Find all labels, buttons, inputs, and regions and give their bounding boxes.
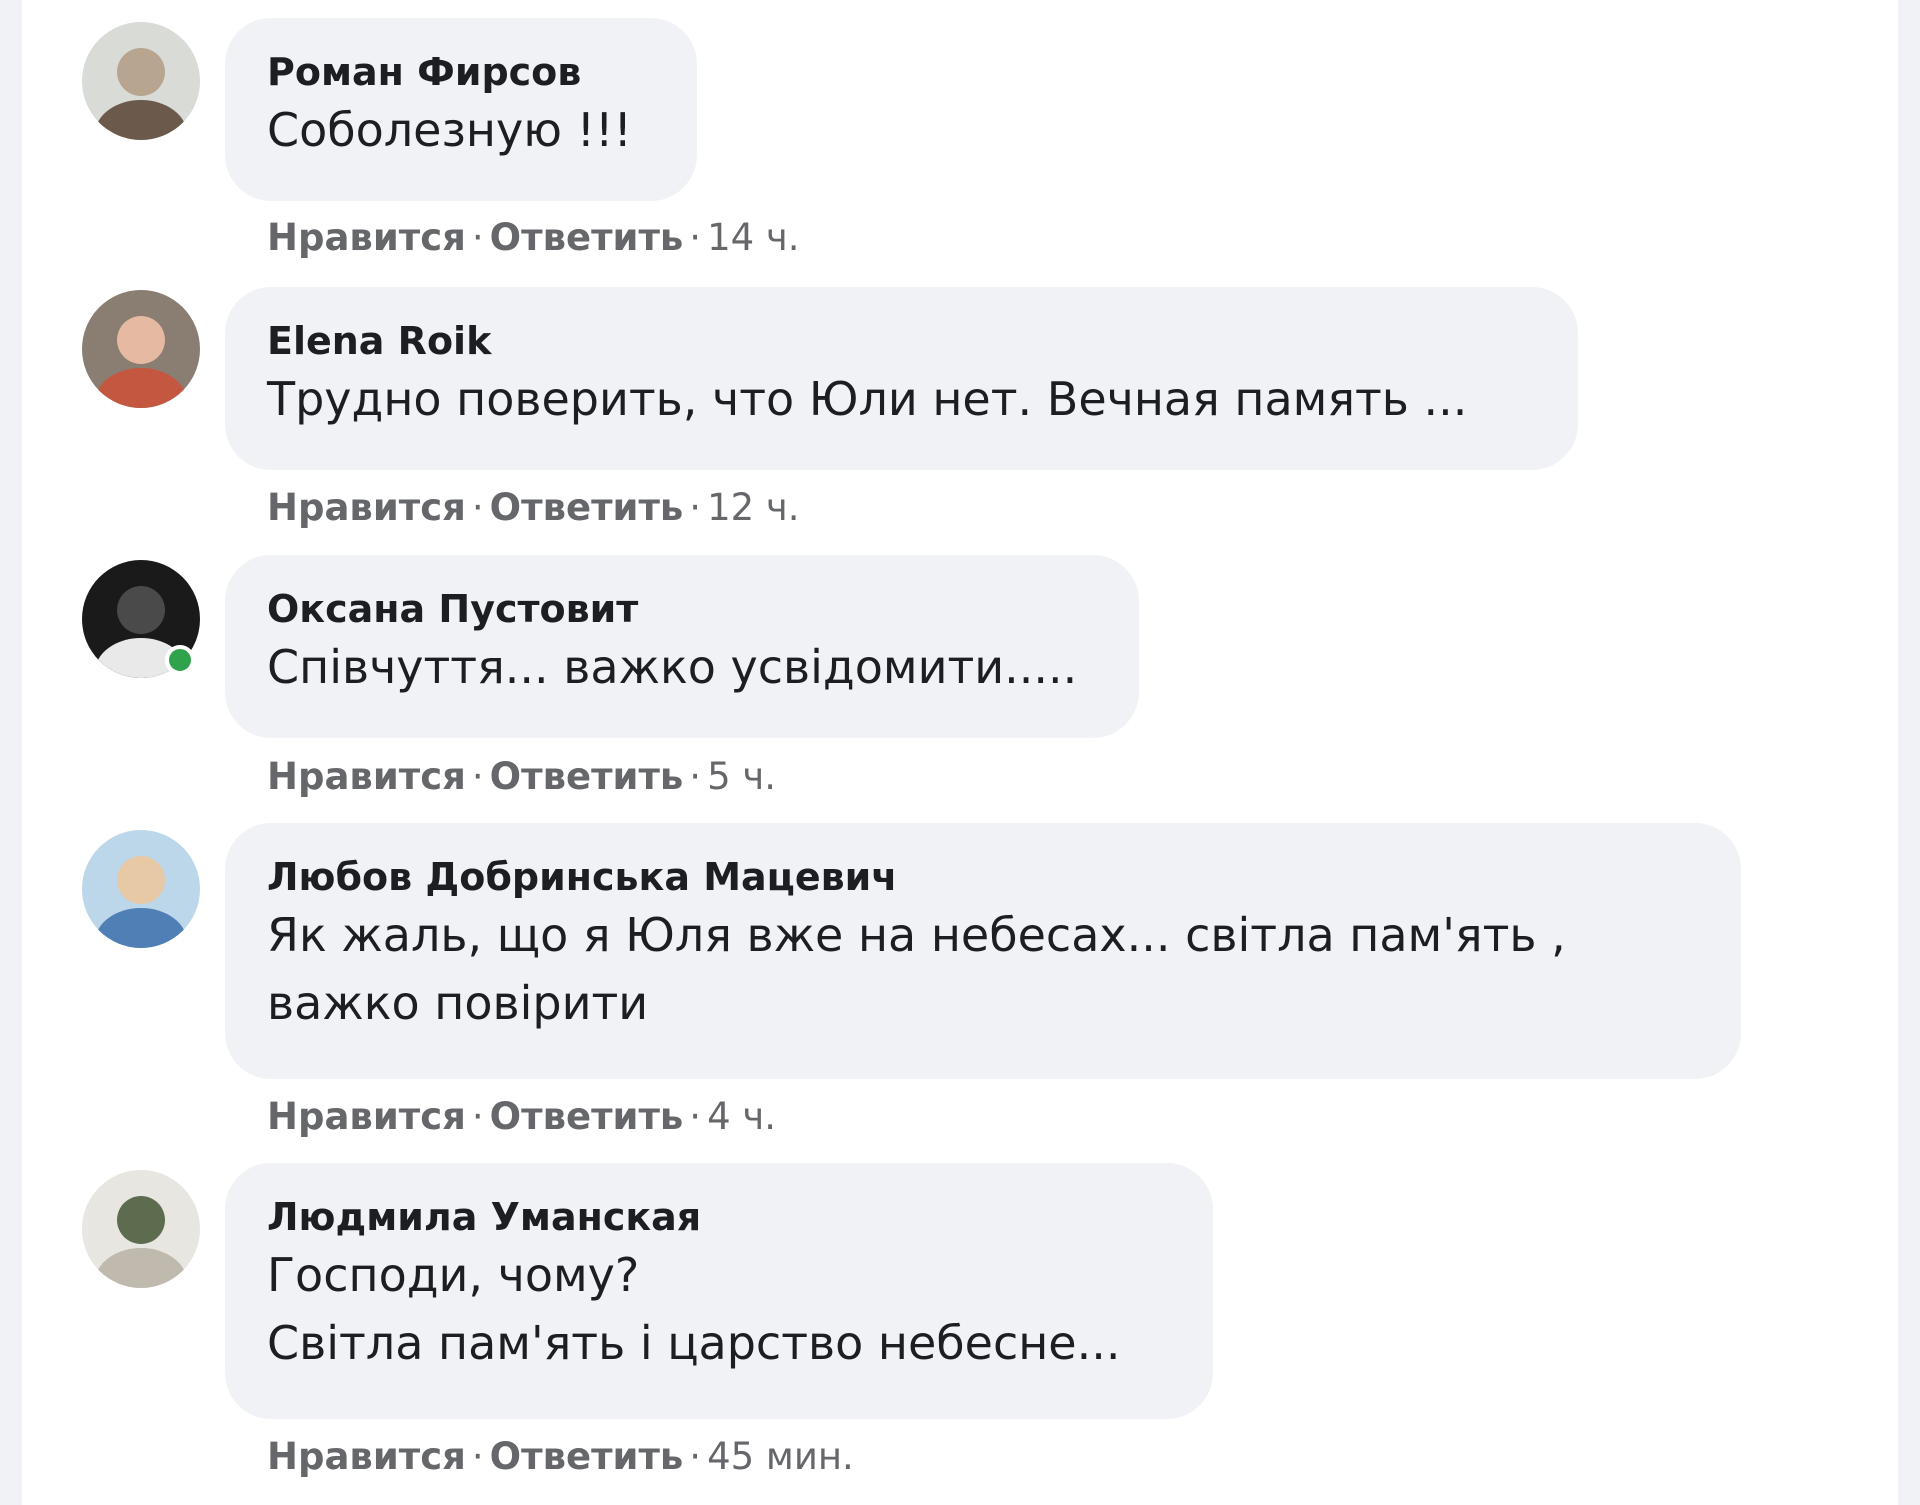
separator: · [689, 216, 702, 259]
separator: · [471, 755, 484, 798]
reply-link[interactable]: Ответить [490, 755, 684, 798]
separator: · [471, 1435, 484, 1478]
comment-actions: Нравится · Ответить · 12 ч. [267, 486, 800, 530]
comment-bubble: Людмила Уманская Господи, чому? Світла пам… [225, 1163, 1213, 1419]
comment-text: Як жаль, що я Юля вже на небесах... світ… [267, 908, 1566, 962]
comment-bubble: Любов Добринська Мацевич Як жаль, що я Юл… [225, 823, 1741, 1079]
comment-actions: Нравится · Ответить · 4 ч. [267, 1095, 776, 1139]
comment-text: Співчуття... важко усвідомити..... [267, 640, 1078, 694]
reply-link[interactable]: Ответить [490, 1095, 684, 1138]
like-link[interactable]: Нравится [267, 1095, 466, 1138]
comment-bubble: Роман Фирсов Соболезную !!! [225, 18, 697, 201]
avatar[interactable] [82, 22, 200, 140]
avatar-image [82, 22, 200, 140]
separator: · [471, 486, 484, 529]
comment-author[interactable]: Любов Добринська Мацевич [267, 853, 1699, 901]
like-link[interactable]: Нравится [267, 755, 466, 798]
comment-text: Трудно поверить, что Юли нет. Вечная пам… [267, 372, 1468, 426]
comment-actions: Нравится · Ответить · 14 ч. [267, 216, 800, 260]
comment-author[interactable]: Оксана Пустовит [267, 585, 1097, 633]
comment-text: Світла пам'ять і царство небесне... [267, 1316, 1121, 1370]
separator: · [471, 1095, 484, 1138]
reply-link[interactable]: Ответить [490, 486, 684, 529]
comment-author[interactable]: Людмила Уманская [267, 1193, 1171, 1241]
like-link[interactable]: Нравится [267, 216, 466, 259]
separator: · [689, 755, 702, 798]
online-status-icon [165, 645, 195, 675]
comment-author[interactable]: Elena Roik [267, 317, 1536, 365]
separator: · [689, 486, 702, 529]
comment-timestamp[interactable]: 45 мин. [707, 1435, 854, 1478]
avatar[interactable] [82, 1170, 200, 1288]
comment-bubble: Elena Roik Трудно поверить, что Юли нет. … [225, 287, 1578, 470]
separator: · [689, 1435, 702, 1478]
avatar-image [82, 290, 200, 408]
separator: · [471, 216, 484, 259]
avatar-image [82, 1170, 200, 1288]
comment-author[interactable]: Роман Фирсов [267, 48, 655, 96]
avatar[interactable] [82, 290, 200, 408]
comment-timestamp[interactable]: 4 ч. [707, 1095, 776, 1138]
comment-text: Соболезную !!! [267, 103, 632, 157]
reply-link[interactable]: Ответить [490, 216, 684, 259]
comment-text: важко повірити [267, 976, 649, 1030]
comment-timestamp[interactable]: 5 ч. [707, 755, 776, 798]
avatar[interactable] [82, 830, 200, 948]
comment-timestamp[interactable]: 14 ч. [707, 216, 799, 259]
like-link[interactable]: Нравится [267, 486, 466, 529]
comment-actions: Нравится · Ответить · 5 ч. [267, 755, 776, 799]
comment-actions: Нравится · Ответить · 45 мин. [267, 1435, 854, 1479]
separator: · [689, 1095, 702, 1138]
comment-bubble: Оксана Пустовит Співчуття... важко усвідо… [225, 555, 1139, 738]
like-link[interactable]: Нравится [267, 1435, 466, 1478]
avatar-image [82, 830, 200, 948]
comment-text: Господи, чому? [267, 1248, 640, 1302]
reply-link[interactable]: Ответить [490, 1435, 684, 1478]
comments-panel: Роман Фирсов Соболезную !!! Нравится · Ответ… [22, 0, 1898, 1505]
comment-timestamp[interactable]: 12 ч. [707, 486, 799, 529]
